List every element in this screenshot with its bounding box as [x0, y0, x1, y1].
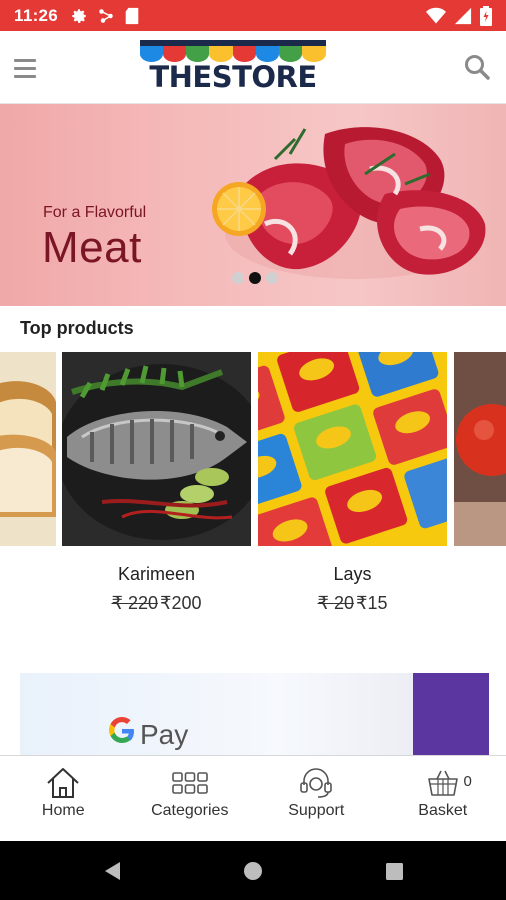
nav-label: Support — [288, 802, 345, 819]
system-navigation-bar — [0, 841, 506, 900]
meat-image — [212, 127, 486, 279]
menu-line — [14, 74, 36, 78]
nav-categories[interactable]: Categories — [127, 756, 254, 841]
menu-button[interactable] — [14, 53, 44, 83]
gpay-text: Pay — [140, 719, 189, 750]
nav-support[interactable]: Support — [253, 756, 380, 841]
home-icon — [47, 768, 79, 798]
product-card-bread[interactable] — [0, 352, 56, 612]
product-name: Lays — [333, 564, 372, 584]
tomato-image — [454, 352, 506, 546]
menu-line — [14, 58, 36, 62]
product-name: Karimeen — [117, 564, 196, 584]
nav-basket[interactable]: 0 Basket — [380, 756, 506, 841]
app-screen: 11:26 THESTORE For a Flavorful Meat Top … — [0, 0, 506, 900]
network-icon — [99, 8, 113, 23]
search-icon — [465, 55, 490, 80]
basket-count-badge: 0 — [463, 773, 472, 790]
banner-pagination — [232, 272, 278, 284]
back-icon[interactable] — [100, 859, 124, 883]
basket-icon — [427, 770, 458, 796]
menu-line — [14, 66, 36, 70]
recents-icon[interactable] — [382, 859, 406, 883]
banner-subtitle: For a Flavorful — [43, 204, 147, 221]
product-card-tomato[interactable] — [454, 352, 506, 612]
product-price: ₹ 220 ₹200 — [62, 593, 251, 614]
home-circle-icon[interactable] — [241, 859, 265, 883]
product-current-price: ₹200 — [160, 593, 202, 613]
lays-image — [258, 352, 447, 546]
awning-icon — [140, 40, 326, 62]
product-price: ₹ 20 ₹15 — [258, 593, 447, 614]
product-current-price: ₹15 — [356, 593, 388, 613]
top-products-carousel[interactable]: Karimeen ₹ 220 ₹200 Lays ₹ 20 ₹15 — [0, 352, 506, 622]
bottom-navigation: Home Categories Support 0 Basket — [0, 755, 506, 841]
nav-label: Categories — [151, 802, 229, 819]
bread-image — [0, 352, 56, 546]
product-old-price: ₹ 220 — [111, 593, 159, 613]
status-time: 11:26 — [14, 5, 59, 25]
status-bar: 11:26 — [0, 0, 506, 31]
headset-icon — [300, 768, 333, 798]
product-card-karimeen[interactable]: Karimeen ₹ 220 ₹200 — [62, 352, 251, 614]
pagination-dot-active[interactable] — [249, 272, 261, 284]
app-bar: THESTORE — [0, 31, 506, 104]
grid-icon — [171, 772, 208, 794]
sd-card-icon — [125, 7, 139, 24]
battery-icon — [480, 5, 492, 26]
pagination-dot[interactable] — [266, 272, 278, 284]
logo-text: THESTORE — [149, 60, 317, 94]
nav-label: Home — [41, 802, 85, 819]
search-button[interactable] — [462, 52, 492, 82]
karimeen-image — [62, 352, 251, 546]
gpay-promo-banner[interactable]: Pay — [20, 673, 489, 755]
product-old-price: ₹ 20 — [317, 593, 354, 613]
pagination-dot[interactable] — [232, 272, 244, 284]
google-g-icon — [109, 717, 134, 743]
wifi-icon — [426, 7, 446, 23]
signal-icon — [454, 7, 472, 24]
settings-icon — [72, 8, 86, 23]
product-card-lays[interactable]: Lays ₹ 20 ₹15 — [258, 352, 447, 614]
banner-title: Meat — [42, 223, 142, 272]
section-title-top-products: Top products — [20, 318, 134, 338]
nav-label: Basket — [418, 802, 468, 819]
promo-accent-panel — [413, 673, 489, 755]
nav-home[interactable]: Home — [0, 756, 127, 841]
store-logo[interactable]: THESTORE — [140, 40, 326, 96]
